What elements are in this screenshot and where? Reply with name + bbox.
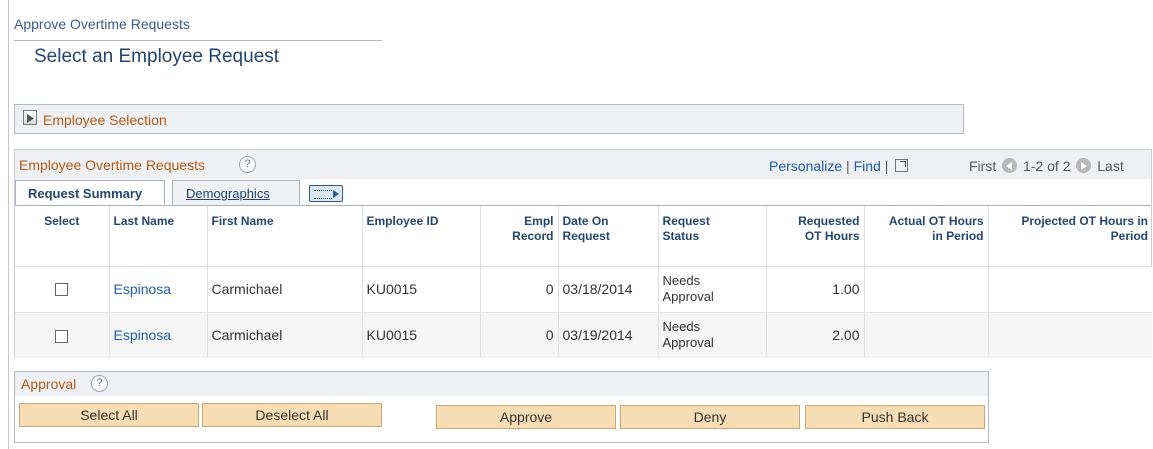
column-header-text: OT Hours bbox=[804, 229, 860, 243]
last-name-link[interactable]: Espinosa bbox=[114, 327, 172, 343]
column-header-last-name[interactable]: Last Name bbox=[108, 206, 207, 266]
breadcrumb-divider bbox=[14, 40, 382, 41]
expand-collapse-icon[interactable] bbox=[23, 110, 37, 125]
toolbar-separator: | bbox=[884, 158, 889, 174]
column-header-projected-ot-hours[interactable]: Projected OT Hours in Period bbox=[987, 206, 1152, 266]
select-checkbox[interactable] bbox=[55, 329, 69, 343]
empl-record-cell: 0 bbox=[479, 311, 558, 358]
tab-demographics[interactable]: Demographics bbox=[172, 180, 300, 206]
column-header-text: Last Name bbox=[113, 214, 175, 228]
employee-selection-label[interactable]: Employee Selection bbox=[43, 112, 167, 128]
column-header-text: Requested bbox=[798, 214, 860, 228]
view-all-zoom-icon[interactable] bbox=[895, 159, 909, 172]
requests-table: Select Last Name First Name Employee ID … bbox=[15, 206, 1152, 358]
first-name-cell: Carmichael bbox=[206, 311, 362, 358]
column-header-text: Employee ID bbox=[366, 214, 439, 228]
select-cell bbox=[15, 311, 109, 358]
select-cell bbox=[15, 265, 109, 312]
approval-title: Approval bbox=[21, 376, 77, 392]
help-icon[interactable]: ? bbox=[91, 375, 108, 392]
first-name-cell: Carmichael bbox=[206, 265, 362, 312]
actual-ot-hours-cell bbox=[863, 265, 988, 312]
select-checkbox[interactable] bbox=[55, 283, 69, 297]
approve-button[interactable]: Approve bbox=[436, 405, 616, 429]
column-header-date-on-request[interactable]: Date On Request bbox=[557, 206, 658, 266]
date-on-request-cell: 03/19/2014 bbox=[557, 311, 658, 358]
column-header-text: Select bbox=[44, 214, 80, 228]
column-header-text: First Name bbox=[211, 214, 274, 228]
page-left-border bbox=[8, 0, 9, 449]
breadcrumb: Approve Overtime Requests bbox=[14, 16, 190, 32]
column-header-text: Projected OT Hours in bbox=[1021, 214, 1148, 228]
column-header-text: in Period bbox=[932, 229, 984, 243]
select-all-button[interactable]: Select All bbox=[19, 403, 199, 427]
previous-arrow-icon[interactable] bbox=[1002, 158, 1018, 173]
last-name-cell: Espinosa bbox=[108, 311, 207, 358]
last-name-cell: Espinosa bbox=[108, 265, 207, 312]
push-back-button[interactable]: Push Back bbox=[805, 405, 985, 429]
requested-ot-hours-cell: 1.00 bbox=[765, 265, 864, 312]
table-row: Espinosa Carmichael KU0015 0 03/18/2014 … bbox=[15, 265, 1152, 312]
toolbar-separator: | bbox=[846, 158, 850, 174]
column-header-requested-ot-hours[interactable]: Requested OT Hours bbox=[765, 206, 864, 266]
date-on-request-cell: 03/18/2014 bbox=[557, 265, 658, 312]
actual-ot-hours-cell bbox=[863, 311, 988, 358]
column-header-text: Period bbox=[1110, 229, 1148, 243]
last-name-link[interactable]: Espinosa bbox=[114, 281, 172, 297]
column-header-text: Status bbox=[662, 229, 700, 243]
column-header-first-name[interactable]: First Name bbox=[206, 206, 362, 266]
help-icon[interactable]: ? bbox=[239, 156, 256, 173]
pager: First 1-2 of 2 Last bbox=[969, 158, 1124, 174]
deselect-all-button[interactable]: Deselect All bbox=[202, 403, 382, 427]
column-header-text: Request bbox=[662, 214, 710, 228]
employee-selection-section[interactable]: Employee Selection bbox=[14, 104, 964, 134]
personalize-link[interactable]: Personalize bbox=[769, 158, 842, 174]
status-text: Approval bbox=[662, 289, 714, 304]
show-all-columns-icon[interactable] bbox=[309, 185, 343, 202]
grid-title: Employee Overtime Requests bbox=[19, 157, 205, 173]
column-header-empl-record[interactable]: Empl Record bbox=[479, 206, 558, 266]
column-header-text: Request bbox=[562, 229, 610, 243]
pager-last: Last bbox=[1097, 158, 1124, 174]
pager-range: 1-2 of 2 bbox=[1023, 158, 1071, 174]
column-header-request-status[interactable]: Request Status bbox=[657, 206, 766, 266]
request-status-cell: Needs Approval bbox=[657, 311, 766, 358]
column-header-text: Empl bbox=[524, 214, 554, 228]
employee-overtime-requests-grid: Employee Overtime Requests ? Personalize… bbox=[14, 149, 1152, 358]
pager-first: First bbox=[969, 158, 997, 174]
deny-button[interactable]: Deny bbox=[620, 405, 800, 429]
page-title: Select an Employee Request bbox=[34, 46, 280, 67]
empl-record-cell: 0 bbox=[479, 265, 558, 312]
next-arrow-icon[interactable] bbox=[1076, 158, 1092, 173]
projected-ot-hours-cell bbox=[987, 311, 1152, 358]
grid-toolbar-links: Personalize | Find | bbox=[769, 158, 909, 174]
column-header-select: Select bbox=[15, 206, 109, 266]
tab-demographics-label: Demographics bbox=[186, 186, 270, 201]
employee-id-cell: KU0015 bbox=[361, 311, 480, 358]
grid-header: Employee Overtime Requests ? Personalize… bbox=[15, 150, 1151, 179]
table-row: Espinosa Carmichael KU0015 0 03/19/2014 … bbox=[15, 311, 1152, 358]
projected-ot-hours-cell bbox=[987, 265, 1152, 312]
column-header-actual-ot-hours[interactable]: Actual OT Hours in Period bbox=[863, 206, 988, 266]
column-header-text: Date On bbox=[562, 214, 609, 228]
status-text: Needs bbox=[662, 319, 701, 335]
column-header-text: Record bbox=[512, 229, 554, 243]
status-text: Approval bbox=[662, 335, 714, 351]
approval-header: Approval ? bbox=[15, 372, 988, 396]
approval-section: Approval ? Select All Deselect All Appro… bbox=[14, 371, 989, 443]
status-text: Needs bbox=[662, 273, 701, 288]
column-header-employee-id[interactable]: Employee ID bbox=[361, 206, 480, 266]
requested-ot-hours-cell: 2.00 bbox=[765, 311, 864, 358]
find-link[interactable]: Find bbox=[854, 158, 881, 174]
table-header-row: Select Last Name First Name Employee ID … bbox=[15, 206, 1152, 266]
tab-request-summary[interactable]: Request Summary bbox=[15, 180, 165, 206]
request-status-cell: Needs Approval bbox=[657, 265, 766, 312]
column-header-text: Actual OT Hours bbox=[888, 214, 984, 228]
employee-id-cell: KU0015 bbox=[361, 265, 480, 312]
